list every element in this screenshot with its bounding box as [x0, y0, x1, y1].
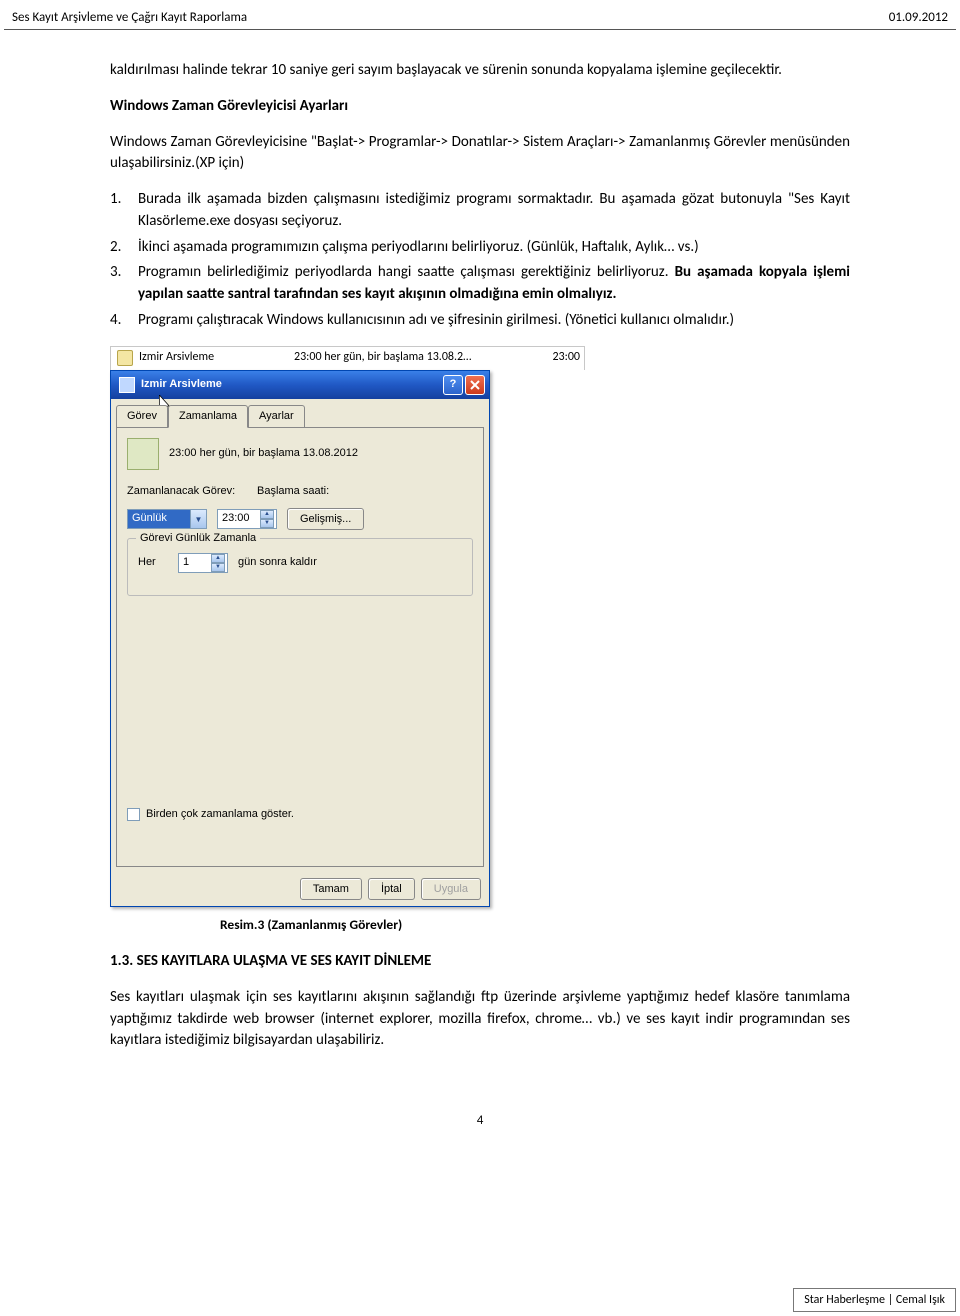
- list-number: 4.: [110, 310, 138, 332]
- schedule-icon: [127, 438, 159, 470]
- dialog-tabs: Görev Zamanlama Ayarlar: [111, 399, 489, 428]
- label-days-after: gün sonra kaldır: [238, 555, 317, 571]
- section-heading: 1.3. SES KAYITLARA ULAŞMA VE SES KAYIT D…: [110, 951, 850, 973]
- document-body: kaldırılması halinde tekrar 10 saniye ge…: [0, 30, 960, 1131]
- list-item: 3. Programın belirlediğimiz periyodlarda…: [110, 262, 850, 306]
- tab-schedule[interactable]: Zamanlama: [168, 405, 248, 429]
- start-time-value: 23:00: [222, 511, 260, 527]
- label-start-time: Başlama saati:: [257, 484, 329, 500]
- schedule-description: 23:00 her gün, bir başlama 13.08.2012: [169, 446, 358, 462]
- list-item: 2. İkinci aşamada programımızın çalışma …: [110, 237, 850, 259]
- group-legend: Görevi Günlük Zamanla: [136, 531, 260, 547]
- bold-text: Bu aşamada kopyala işlemi yapılan saatte…: [138, 263, 850, 303]
- task-schedule: 23:00 her gün, bir başlama 13.08.2…: [294, 349, 494, 366]
- label-scheduled-task: Zamanlanacak Görev:: [127, 484, 247, 500]
- list-number: 1.: [110, 189, 138, 233]
- frequency-select[interactable]: Günlük ▼: [127, 509, 207, 529]
- multi-schedule-row: Birden çok zamanlama göster.: [127, 807, 294, 823]
- tab-schedule-body: 23:00 her gün, bir başlama 13.08.2012 Za…: [116, 427, 484, 867]
- list-text: Burada ilk aşamada bizden çalışmasını is…: [138, 189, 850, 233]
- page-number: 4: [110, 1112, 850, 1131]
- heading: Windows Zaman Görevleyicisi Ayarları: [110, 96, 850, 118]
- multi-schedule-label: Birden çok zamanlama göster.: [146, 807, 294, 823]
- document-header: Ses Kayıt Arşivleme ve Çağrı Kayıt Rapor…: [4, 10, 956, 30]
- chevron-down-icon[interactable]: ▼: [190, 510, 206, 528]
- window-icon: [119, 377, 135, 393]
- days-value: 1: [183, 555, 211, 571]
- start-time-spinner[interactable]: 23:00 ▲ ▼: [217, 509, 277, 529]
- close-button[interactable]: [465, 375, 485, 395]
- doc-date: 01.09.2012: [889, 10, 948, 25]
- dialog-titlebar[interactable]: Izmir Arsivleme ?: [111, 371, 489, 399]
- list-text: Programın belirlediğimiz periyodlarda ha…: [138, 262, 850, 306]
- spinner-down-icon[interactable]: ▼: [260, 519, 274, 528]
- cancel-button[interactable]: İptal: [368, 878, 415, 900]
- spinner-down-icon[interactable]: ▼: [211, 563, 225, 572]
- list-item: 4. Programı çalıştıracak Windows kullanı…: [110, 310, 850, 332]
- daily-schedule-group: Görevi Günlük Zamanla Her 1 ▲ ▼ gün sonr…: [127, 538, 473, 596]
- screenshot-figure: Izmir Arsivleme 23:00 her gün, bir başla…: [110, 346, 850, 908]
- spinner-up-icon[interactable]: ▲: [260, 510, 274, 519]
- days-spinner[interactable]: 1 ▲ ▼: [178, 553, 228, 573]
- frequency-value: Günlük: [128, 510, 190, 528]
- advanced-button[interactable]: Gelişmiş...: [287, 508, 364, 530]
- paragraph: Windows Zaman Görevleyicisine "Başlat-> …: [110, 132, 850, 176]
- doc-title: Ses Kayıt Arşivleme ve Çağrı Kayıt Rapor…: [12, 10, 247, 25]
- list-item: 1. Burada ilk aşamada bizden çalışmasını…: [110, 189, 850, 233]
- label-every: Her: [138, 555, 168, 571]
- task-icon: [117, 350, 133, 366]
- list-text: İkinci aşamada programımızın çalışma per…: [138, 237, 850, 259]
- tab-task[interactable]: Görev: [116, 405, 168, 429]
- scheduled-task-row[interactable]: Izmir Arsivleme 23:00 her gün, bir başla…: [110, 346, 585, 370]
- figure-caption: Resim.3 (Zamanlanmış Görevler): [110, 915, 850, 935]
- task-name: Izmir Arsivleme: [139, 349, 294, 366]
- paragraph: Ses kayıtları ulaşmak için ses kayıtları…: [110, 987, 850, 1052]
- list-number: 3.: [110, 262, 138, 306]
- tab-settings[interactable]: Ayarlar: [248, 405, 305, 429]
- list-text: Programı çalıştıracak Windows kullanıcıs…: [138, 310, 850, 332]
- dialog-title: Izmir Arsivleme: [141, 377, 222, 393]
- dialog-button-row: Tamam İptal Uygula: [111, 872, 489, 906]
- multi-schedule-checkbox[interactable]: [127, 808, 140, 821]
- apply-button[interactable]: Uygula: [421, 878, 481, 900]
- task-next-run: 23:00: [494, 349, 584, 366]
- paragraph: kaldırılması halinde tekrar 10 saniye ge…: [110, 60, 850, 82]
- footer-attribution: Star Haberleşme | Cemal Işık: [793, 1288, 956, 1312]
- step-list: 1. Burada ilk aşamada bizden çalışmasını…: [110, 189, 850, 332]
- help-button[interactable]: ?: [443, 375, 463, 395]
- ok-button[interactable]: Tamam: [300, 878, 362, 900]
- list-number: 2.: [110, 237, 138, 259]
- task-properties-dialog: Izmir Arsivleme ? Görev Zamanlama Ayarla…: [110, 370, 490, 908]
- spinner-up-icon[interactable]: ▲: [211, 554, 225, 563]
